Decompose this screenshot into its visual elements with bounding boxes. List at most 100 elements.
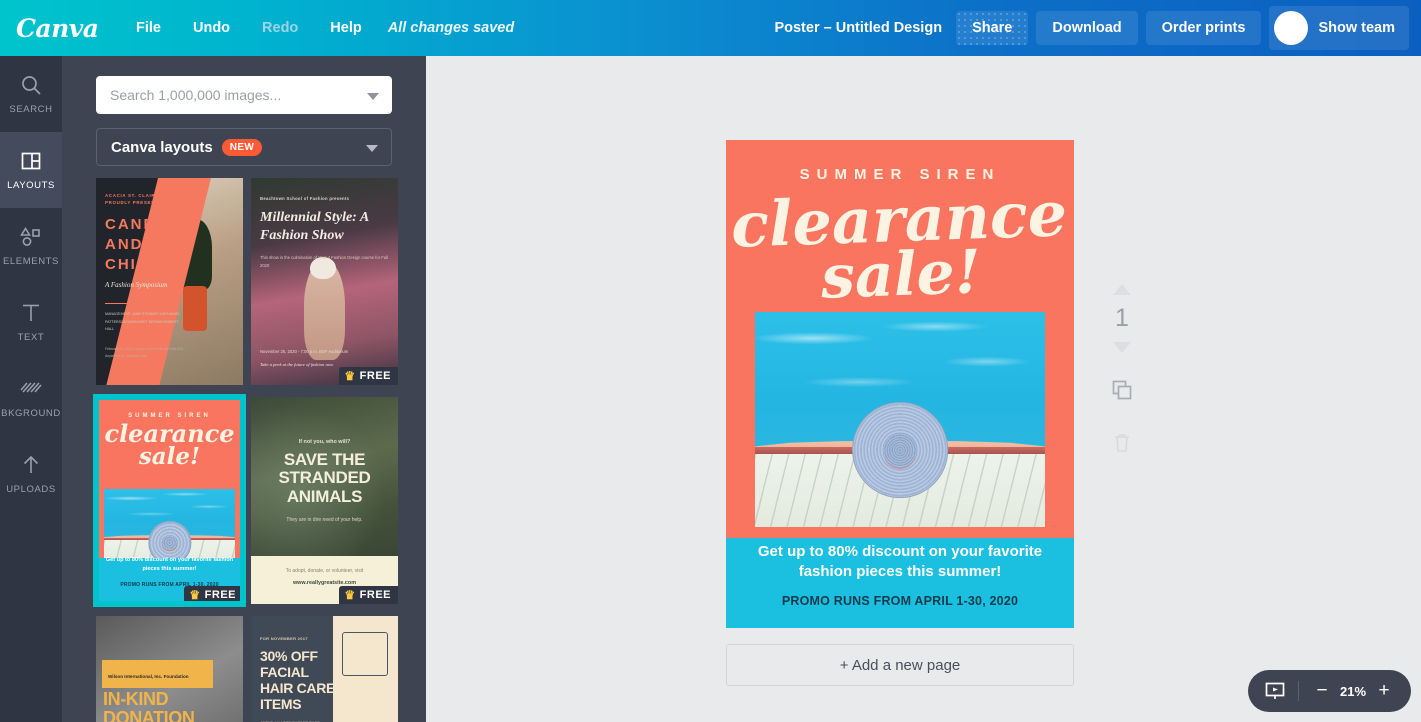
thumb4-title: SAVE THE STRANDED ANIMALS — [259, 451, 390, 506]
poster-script[interactable]: clearance sale! — [726, 185, 1074, 309]
thumb6-title: 30% OFF FACIAL HAIR CARE ITEMS — [260, 648, 336, 712]
menu-item-redo[interactable]: Redo — [246, 14, 314, 42]
thumbnail-text: Beachtown School of Fashion presents Mil… — [260, 196, 390, 270]
add-new-page-button[interactable]: + Add a new page — [726, 644, 1074, 686]
thumbnail-pool-image — [104, 489, 235, 566]
trash-icon[interactable] — [1112, 432, 1132, 459]
layout-thumbnail-candid-and-chic[interactable]: ACACIA ST. CLAIR AND CO PROUDLY PRESENTS… — [96, 178, 243, 385]
free-label: FREE — [360, 589, 391, 601]
menu-item-file[interactable]: File — [120, 14, 177, 42]
layouts-dropdown-label: Canva layouts — [111, 139, 213, 156]
thumbnail-text: If not you, who will? SAVE THE STRANDED … — [259, 439, 390, 525]
sidebar-label-background: BKGROUND — [1, 408, 61, 419]
duplicate-page-icon[interactable] — [1111, 379, 1133, 406]
layout-thumbnail-in-kind-donation[interactable]: Wilson International, Inc. Foundation IN… — [96, 616, 243, 722]
thumb2-kicker: Beachtown School of Fashion presents — [260, 196, 390, 201]
text-icon — [19, 301, 43, 325]
sidebar-item-search[interactable]: SEARCH — [0, 56, 62, 132]
sidebar-item-elements[interactable]: ELEMENTS — [0, 208, 62, 284]
canva-editor: Canva File Undo Redo Help All changes sa… — [0, 0, 1421, 722]
free-label: FREE — [360, 370, 391, 382]
thumb2-body: This show is the culmination of Year 4 F… — [260, 254, 390, 270]
free-badge: ♛ FREE — [339, 367, 398, 385]
sidebar-item-layouts[interactable]: LAYOUTS — [0, 132, 62, 208]
menu-item-help[interactable]: Help — [314, 14, 377, 42]
brush-icon — [342, 632, 388, 676]
thumb2-footer-b: Take a peek at the future of fashion now — [260, 362, 348, 367]
layout-thumbnail-millennial-style[interactable]: Beachtown School of Fashion presents Mil… — [251, 178, 398, 385]
show-team-label: Show team — [1318, 20, 1395, 36]
caret-down-icon[interactable] — [1113, 342, 1131, 353]
share-button[interactable]: Share — [956, 11, 1028, 45]
zoom-out-button[interactable]: − — [1311, 680, 1333, 702]
toolbar-divider — [1298, 681, 1299, 701]
layouts-icon — [19, 149, 43, 173]
thumb4-band-a: To adopt, donate, or volunteer, visit — [251, 556, 398, 576]
chevron-down-icon[interactable] — [367, 93, 379, 100]
order-prints-button[interactable]: Order prints — [1146, 11, 1262, 45]
thumb4-kicker: If not you, who will? — [259, 439, 390, 445]
pool-artwork — [755, 312, 1045, 527]
show-team-button[interactable]: Show team — [1269, 6, 1409, 50]
sidebar-item-text[interactable]: TEXT — [0, 284, 62, 360]
caret-up-icon[interactable] — [1113, 284, 1131, 295]
document-title: Poster – Untitled Design — [774, 20, 942, 36]
search-section: Search 1,000,000 images... — [62, 56, 426, 114]
zoom-in-button[interactable]: + — [1373, 680, 1395, 702]
save-status: All changes saved — [378, 14, 525, 42]
background-icon — [19, 377, 43, 401]
thumb1-kicker: ACACIA ST. CLAIR AND CO PROUDLY PRESENTS — [105, 192, 187, 207]
sidebar-item-uploads[interactable]: UPLOADS — [0, 436, 62, 512]
poster-design[interactable]: SUMMER SIREN clearance sale! Get up to 8… — [726, 140, 1074, 628]
menu-item-undo[interactable]: Undo — [177, 14, 246, 42]
page-number: 1 — [1115, 304, 1129, 333]
header-menu: File Undo Redo Help All changes saved — [120, 14, 524, 42]
layout-thumbnail-grid: ACACIA ST. CLAIR AND CO PROUDLY PRESENTS… — [62, 178, 426, 722]
avatar — [1274, 11, 1308, 45]
layout-thumbnail-clearance-sale[interactable]: SUMMER SIREN clearance sale! Get up to 8 — [96, 397, 243, 604]
thumb2-footer-a: November 25, 2020 - 7:00 p.m. BSF Audito… — [260, 348, 348, 356]
header-actions: Poster – Untitled Design Share Download … — [774, 6, 1421, 50]
thumb5-tag: Wilson International, Inc. Foundation — [108, 674, 189, 679]
poster-promo-line[interactable]: Get up to 80% discount on your favorite … — [746, 542, 1054, 581]
thumb2-title: Millennial Style: A Fashion Show — [260, 209, 390, 244]
crown-icon: ♛ — [344, 370, 355, 382]
sidebar-label-elements: ELEMENTS — [3, 256, 59, 267]
search-icon — [19, 73, 43, 97]
poster-pool-photo[interactable] — [755, 312, 1045, 527]
sidebar-item-background[interactable]: BKGROUND — [0, 360, 62, 436]
layout-thumbnail-save-stranded-animals[interactable]: If not you, who will? SAVE THE STRANDED … — [251, 397, 398, 604]
thumb1-credits: MANAGEMENT JANE STEWART NATHANIEL PATTER… — [105, 311, 187, 334]
thumbnail-text: ACACIA ST. CLAIR AND CO PROUDLY PRESENTS… — [105, 192, 187, 361]
sidebar-label-search: SEARCH — [9, 104, 52, 115]
layouts-panel: Search 1,000,000 images... Canva layouts… — [62, 56, 426, 722]
sidebar-label-uploads: UPLOADS — [6, 484, 56, 495]
elements-icon — [19, 225, 43, 249]
crown-icon: ♛ — [189, 589, 200, 601]
layout-thumbnail-facial-hair-care[interactable]: FOR NOVEMBER 2017 30% OFF FACIAL HAIR CA… — [251, 616, 398, 722]
present-icon[interactable] — [1264, 680, 1286, 702]
sidebar-label-text: TEXT — [18, 332, 45, 343]
search-placeholder: Search 1,000,000 images... — [110, 87, 281, 103]
thumb5-title: IN-KIND DONATION — [103, 690, 236, 722]
download-button[interactable]: Download — [1036, 11, 1137, 45]
free-label: FREE — [205, 589, 236, 601]
canva-logo[interactable]: Canva — [16, 14, 102, 43]
layouts-dropdown[interactable]: Canva layouts NEW — [96, 128, 392, 166]
search-input[interactable]: Search 1,000,000 images... — [96, 76, 392, 114]
crown-icon: ♛ — [344, 589, 355, 601]
thumbnail-text: FOR NOVEMBER 2017 30% OFF FACIAL HAIR CA… — [260, 636, 336, 722]
thumb1-details: February 14, 2020 2 pm to 5 pm Fresh de … — [105, 346, 187, 361]
left-rail: SEARCH LAYOUTS ELEMENTS — [0, 56, 62, 722]
chevron-down-icon[interactable] — [366, 145, 378, 152]
divider — [105, 303, 161, 304]
thumbnail-footer: November 25, 2020 - 7:00 p.m. BSF Audito… — [260, 348, 348, 367]
thumb1-title: CANDID AND CHIC — [105, 215, 187, 276]
zoom-level: 21% — [1333, 684, 1373, 699]
sidebar-label-layouts: LAYOUTS — [7, 180, 55, 191]
thumb3-script-line2: sale! — [96, 446, 243, 468]
canvas-area[interactable]: SUMMER SIREN clearance sale! Get up to 8… — [426, 56, 1421, 722]
page-controls: 1 — [1098, 284, 1146, 459]
poster-promo-date[interactable]: PROMO RUNS FROM APRIL 1-30, 2020 — [742, 594, 1058, 608]
free-badge: ♛ FREE — [339, 586, 398, 604]
